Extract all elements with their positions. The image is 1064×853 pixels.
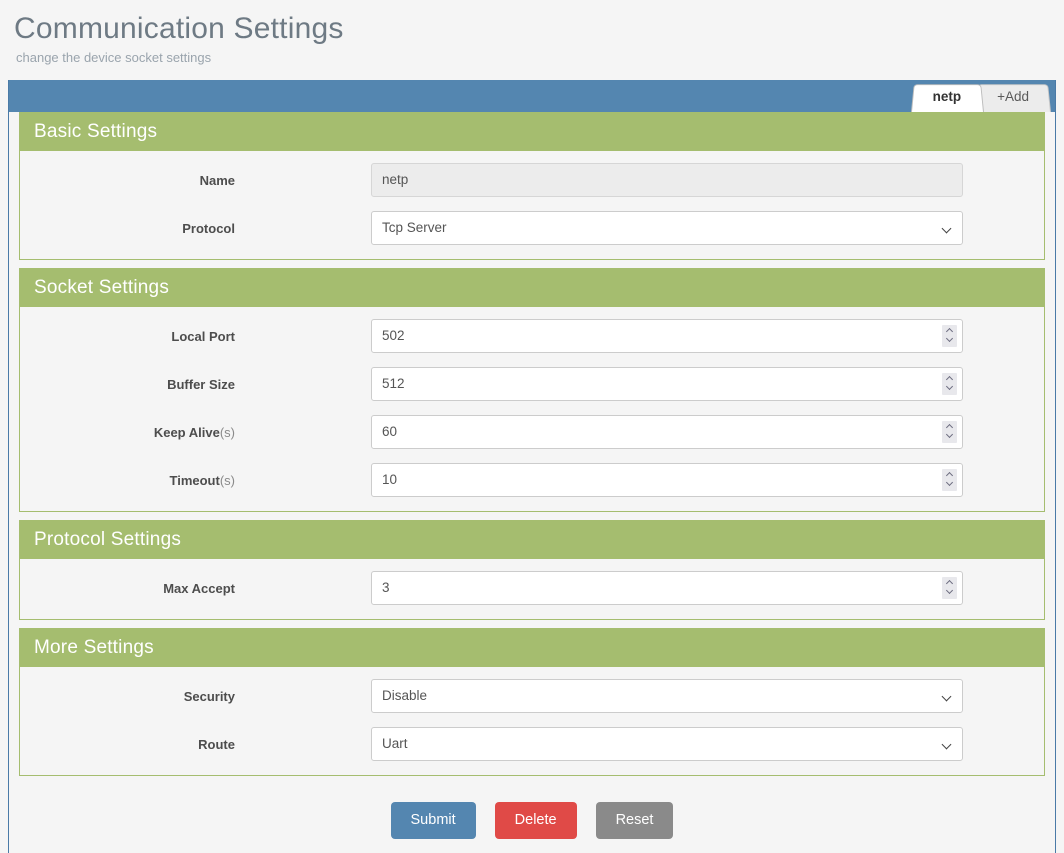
chevron-down-icon[interactable] — [946, 335, 953, 342]
number-input-buffer-size[interactable]: 512 — [371, 367, 963, 401]
select-route[interactable]: Uart — [371, 727, 963, 761]
label-security: Security — [20, 689, 235, 704]
settings-sections: Basic Settings Name netp Protocol Tcp Server… — [9, 112, 1055, 776]
number-input-local-port[interactable]: 502 — [371, 319, 963, 353]
field-wrap-keep-alive: 60 — [371, 415, 963, 449]
spinner-max-accept[interactable] — [942, 577, 957, 599]
chevron-down-icon[interactable] — [946, 587, 953, 594]
section-protocol-settings: Protocol Settings Max Accept 3 — [19, 520, 1045, 620]
spinner-local-port[interactable] — [942, 325, 957, 347]
label-text: Timeout — [170, 473, 220, 488]
spinner-keep-alive[interactable] — [942, 421, 957, 443]
field-wrap-route: Uart — [371, 727, 963, 761]
label-text: Security — [184, 689, 235, 704]
number-input-keep-alive[interactable]: 60 — [371, 415, 963, 449]
chevron-down-icon[interactable] — [946, 383, 953, 390]
select-security[interactable]: Disable — [371, 679, 963, 713]
label-keep-alive: Keep Alive(s) — [20, 425, 235, 440]
form-row-security: Security Disable — [20, 679, 1044, 713]
section-title: Basic Settings — [20, 113, 1044, 151]
label-local-port: Local Port — [20, 329, 235, 344]
settings-panel-frame: netp +Add Basic Settings Name netp Protocol T… — [8, 80, 1056, 853]
tab-add[interactable]: +Add — [975, 82, 1051, 112]
field-wrap-timeout: 10 — [371, 463, 963, 497]
section-body: Max Accept 3 — [20, 559, 1044, 619]
chevron-down-icon[interactable] — [946, 431, 953, 438]
number-input-timeout[interactable]: 10 — [371, 463, 963, 497]
chevron-down-icon[interactable] — [946, 479, 953, 486]
tab-bar: netp +Add — [9, 80, 1055, 112]
spinner-buffer-size[interactable] — [942, 373, 957, 395]
label-name: Name — [20, 173, 235, 188]
field-wrap-local-port: 502 — [371, 319, 963, 353]
form-row-timeout: Timeout(s) 10 — [20, 463, 1044, 497]
page-subtitle: change the device socket settings — [16, 50, 1064, 66]
form-row-keep-alive: Keep Alive(s) 60 — [20, 415, 1044, 449]
label-text: Max Accept — [163, 581, 235, 596]
section-basic-settings: Basic Settings Name netp Protocol Tcp Server — [19, 112, 1045, 260]
section-socket-settings: Socket Settings Local Port 502 Buffer Size 5… — [19, 268, 1045, 512]
label-text: Name — [200, 173, 235, 188]
form-row-name: Name netp — [20, 163, 1044, 197]
label-unit: (s) — [220, 473, 235, 488]
label-buffer-size: Buffer Size — [20, 377, 235, 392]
section-title: More Settings — [20, 629, 1044, 667]
form-row-max-accept: Max Accept 3 — [20, 571, 1044, 605]
delete-button[interactable]: Delete — [495, 802, 577, 839]
section-title: Socket Settings — [20, 269, 1044, 307]
section-more-settings: More Settings Security Disable Route Uart — [19, 628, 1045, 776]
label-route: Route — [20, 737, 235, 752]
label-text: Keep Alive — [154, 425, 220, 440]
label-text: Buffer Size — [167, 377, 235, 392]
spinner-timeout[interactable] — [942, 469, 957, 491]
label-unit: (s) — [220, 425, 235, 440]
tab-label: +Add — [997, 89, 1029, 104]
form-row-protocol: Protocol Tcp Server — [20, 211, 1044, 245]
select-protocol[interactable]: Tcp Server — [371, 211, 963, 245]
tab-label: netp — [933, 89, 962, 104]
submit-button[interactable]: Submit — [391, 802, 476, 839]
tab-list: netp +Add — [919, 80, 1051, 112]
field-wrap-buffer-size: 512 — [371, 367, 963, 401]
label-text: Route — [198, 737, 235, 752]
label-text: Protocol — [182, 221, 235, 236]
form-row-route: Route Uart — [20, 727, 1044, 761]
section-body: Name netp Protocol Tcp Server — [20, 151, 1044, 259]
label-text: Local Port — [171, 329, 235, 344]
label-max-accept: Max Accept — [20, 581, 235, 596]
label-timeout: Timeout(s) — [20, 473, 235, 488]
section-body: Local Port502Buffer Size512Keep Alive(s)… — [20, 307, 1044, 511]
field-wrap-name: netp — [371, 163, 963, 197]
form-row-local-port: Local Port 502 — [20, 319, 1044, 353]
number-input-max-accept[interactable]: 3 — [371, 571, 963, 605]
field-wrap-security: Disable — [371, 679, 963, 713]
tab-netp[interactable]: netp — [911, 82, 984, 112]
label-protocol: Protocol — [20, 221, 235, 236]
section-title: Protocol Settings — [20, 521, 1044, 559]
form-row-buffer-size: Buffer Size 512 — [20, 367, 1044, 401]
field-wrap-max-accept: 3 — [371, 571, 963, 605]
section-body: Security Disable Route Uart — [20, 667, 1044, 775]
page-header: Communication Settings change the device… — [0, 0, 1064, 66]
reset-button[interactable]: Reset — [596, 802, 674, 839]
form-actions: Submit Delete Reset — [9, 784, 1055, 839]
page-title: Communication Settings — [14, 10, 1064, 48]
field-wrap-protocol: Tcp Server — [371, 211, 963, 245]
text-input-name: netp — [371, 163, 963, 197]
